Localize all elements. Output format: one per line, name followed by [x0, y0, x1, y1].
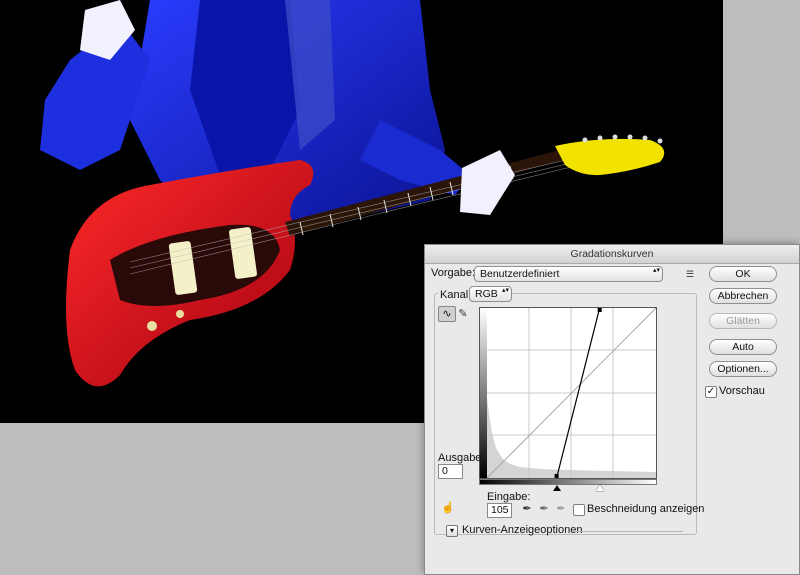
black-eyedropper-icon[interactable]: ✒ [521, 504, 533, 515]
ok-button[interactable]: OK [709, 266, 777, 282]
channel-select[interactable]: RGB ▴▾ [469, 286, 512, 302]
white-point-slider[interactable] [595, 485, 604, 491]
preset-value: Benutzerdefiniert [480, 268, 560, 280]
clipping-label[interactable]: Beschneidung anzeigen [587, 503, 704, 515]
curve-point-black[interactable] [554, 474, 559, 478]
output-label: Ausgabe: [438, 452, 485, 464]
gray-eyedropper-icon[interactable]: ✒ [538, 504, 550, 515]
channel-arrows-icon: ▴▾ [502, 287, 510, 294]
pencil-tool-icon[interactable]: ✎ [457, 309, 469, 320]
preset-menu-icon[interactable]: ☰ [684, 269, 696, 280]
curve-graph[interactable] [479, 307, 657, 479]
channel-value: RGB [475, 288, 498, 300]
curve-point-white[interactable] [597, 308, 602, 312]
smooth-button[interactable]: Glätten [709, 313, 777, 329]
preview-label[interactable]: Vorschau [719, 385, 765, 397]
curve-tool-icon[interactable]: ∿ [438, 306, 456, 322]
options-separator [573, 531, 683, 532]
output-field[interactable]: 0 [438, 464, 463, 479]
dialog-title[interactable]: Gradationskurven [425, 245, 799, 264]
auto-button[interactable]: Auto [709, 339, 777, 355]
disclosure-icon[interactable]: ▾ [446, 525, 458, 537]
black-point-slider[interactable] [552, 485, 561, 491]
input-label: Eingabe: [487, 491, 531, 503]
curve-options-label[interactable]: Kurven-Anzeigeoptionen [462, 524, 582, 536]
preset-label: Vorgabe: [431, 267, 476, 279]
cancel-button[interactable]: Abbrechen [709, 288, 777, 304]
curves-dialog: Gradationskurven Vorgabe: Benutzerdefini… [424, 244, 800, 575]
select-arrows-icon: ▴▾ [653, 267, 661, 274]
preset-select[interactable]: Benutzerdefiniert ▴▾ [474, 266, 663, 282]
curve-graph-svg [480, 307, 657, 479]
clipping-checkbox[interactable] [573, 504, 585, 516]
preview-checkbox[interactable]: ✓ [705, 386, 717, 398]
hand-tool-icon[interactable]: ☝ [441, 503, 455, 514]
options-button[interactable]: Optionen... [709, 361, 777, 377]
channel-label: Kanal: [438, 289, 474, 301]
input-field[interactable]: 105 [487, 503, 512, 518]
white-eyedropper-icon[interactable]: ✒ [555, 504, 567, 515]
input-gradient-bar [479, 479, 657, 485]
